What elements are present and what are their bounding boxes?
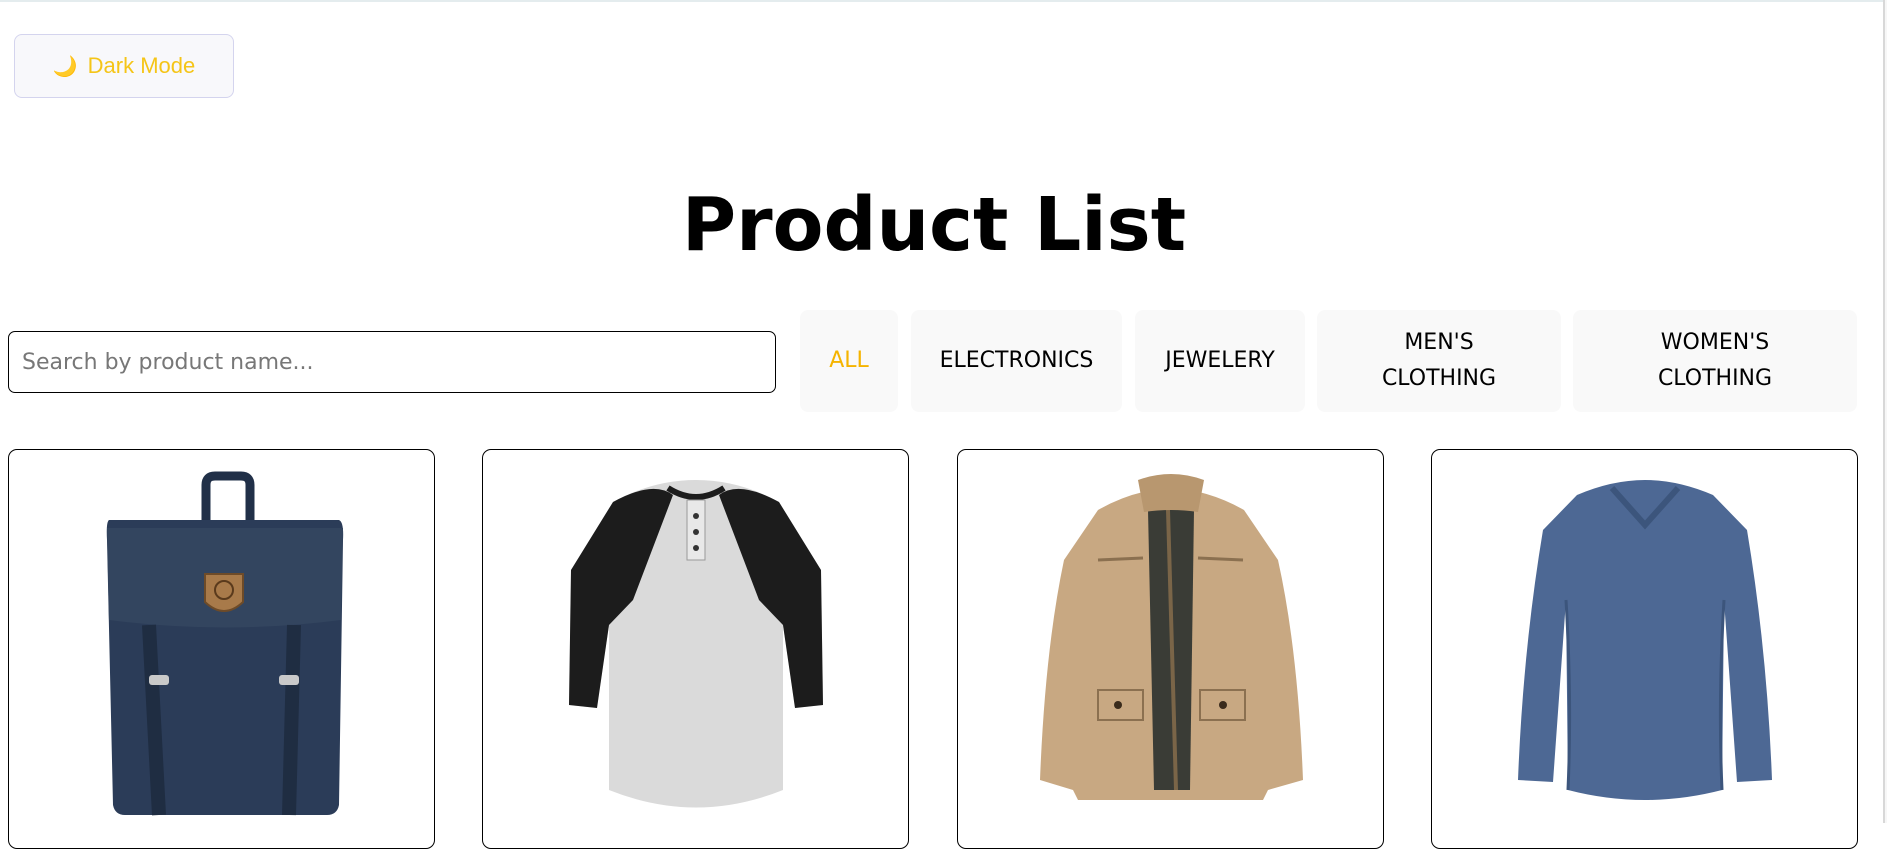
moon-icon: 🌙: [52, 55, 78, 78]
category-label: WOMEN'S CLOTHING: [1657, 330, 1773, 391]
scrollbar[interactable]: [1883, 0, 1887, 823]
dark-mode-button[interactable]: 🌙 Dark Mode: [14, 34, 234, 98]
category-jewelery[interactable]: JEWELERY: [1135, 310, 1305, 412]
dark-mode-label: Dark Mode: [87, 53, 196, 78]
category-label: MEN'S CLOTHING: [1381, 330, 1497, 391]
product-card[interactable]: [957, 449, 1384, 849]
category-label: ALL: [829, 348, 869, 373]
page-title: Product List: [681, 182, 1187, 268]
category-label: ELECTRONICS: [939, 348, 1094, 373]
category-electronics[interactable]: ELECTRONICS: [911, 310, 1122, 412]
search-input[interactable]: [8, 331, 776, 393]
top-border: [0, 0, 1887, 2]
category-all[interactable]: ALL: [800, 310, 898, 412]
product-card[interactable]: [8, 449, 435, 849]
backpack-image: [106, 471, 344, 816]
category-label: JEWELERY: [1165, 348, 1275, 373]
product-card[interactable]: [1431, 449, 1858, 849]
category-mens-clothing[interactable]: MEN'S CLOTHING: [1317, 310, 1561, 412]
blue-long-sleeve-shirt-image: [1518, 480, 1772, 800]
category-womens-clothing[interactable]: WOMEN'S CLOTHING: [1573, 310, 1857, 412]
product-card[interactable]: [482, 449, 909, 849]
khaki-jacket-image: [1040, 474, 1303, 800]
raglan-tshirt-image: [569, 480, 823, 808]
